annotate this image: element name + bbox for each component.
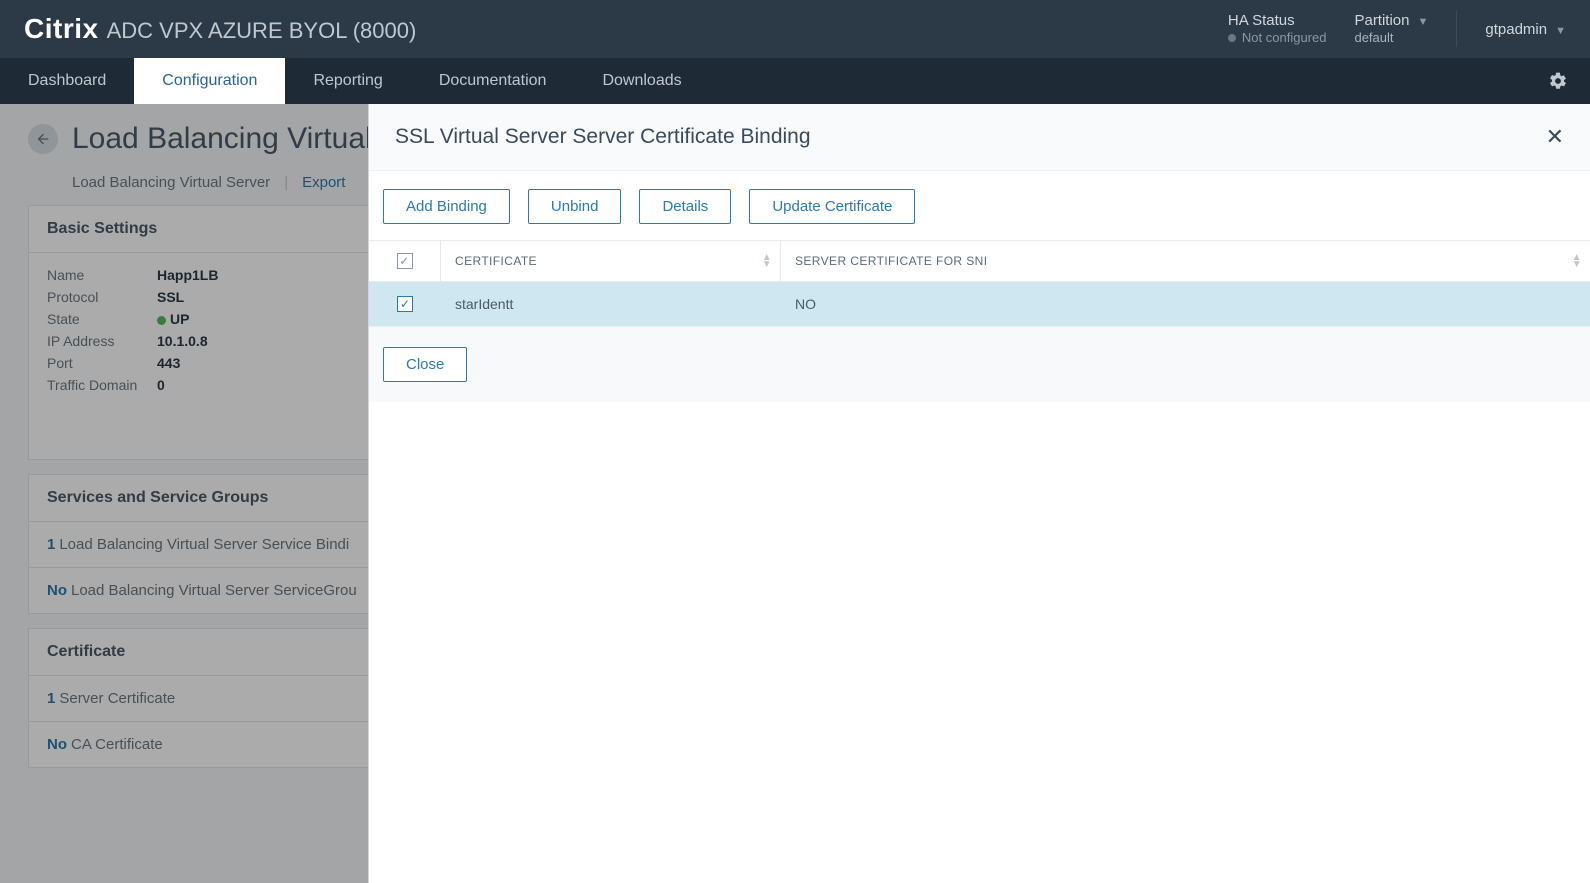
partition-selector[interactable]: Partition default ▼	[1354, 12, 1428, 46]
user-menu[interactable]: gtpadmin ▼	[1485, 21, 1566, 38]
column-label: SERVER CERTIFICATE FOR SNI	[795, 254, 987, 268]
field-label: Name	[47, 267, 157, 283]
status-dot-icon	[157, 316, 166, 325]
table-header: ✓ CERTIFICATE ▲▼ SERVER CERTIFICATE FOR …	[369, 240, 1590, 282]
field-value: Happ1LB	[157, 267, 218, 283]
count: 1	[47, 690, 55, 707]
ha-status: HA Status Not configured	[1228, 12, 1327, 46]
sort-icon: ▲▼	[1572, 254, 1582, 268]
slideover-header: SSL Virtual Server Server Certificate Bi…	[369, 104, 1590, 171]
brand-suffix: ADC VPX AZURE BYOL (8000)	[107, 18, 417, 44]
select-all-checkbox[interactable]: ✓	[397, 253, 413, 269]
partition-value: default	[1354, 30, 1409, 46]
top-header: Citrix ADC VPX AZURE BYOL (8000) HA Stat…	[0, 0, 1590, 58]
field-label: State	[47, 311, 157, 327]
slideover-footer: Close	[369, 326, 1590, 402]
separator: |	[284, 174, 288, 191]
header-right: HA Status Not configured Partition defau…	[1228, 11, 1566, 47]
chevron-down-icon: ▼	[1418, 16, 1429, 29]
link-text: CA Certificate	[71, 736, 163, 753]
user-name: gtpadmin	[1485, 21, 1547, 38]
slideover-title: SSL Virtual Server Server Certificate Bi…	[395, 125, 811, 149]
ha-status-value: Not configured	[1228, 30, 1327, 46]
field-value: 0	[157, 377, 165, 393]
field-label: Port	[47, 355, 157, 371]
close-button[interactable]: Close	[383, 347, 467, 382]
field-value: UP	[157, 311, 189, 327]
slideover-toolbar: Add Binding Unbind Details Update Certif…	[369, 171, 1590, 240]
partition-label: Partition	[1354, 12, 1409, 30]
link-text: Load Balancing Virtual Server Service Bi…	[59, 536, 349, 553]
column-label: CERTIFICATE	[455, 254, 537, 268]
certificate-table: ✓ CERTIFICATE ▲▼ SERVER CERTIFICATE FOR …	[369, 240, 1590, 326]
count: 1	[47, 536, 55, 553]
page-title: Load Balancing Virtual	[72, 122, 372, 156]
cert-binding-slideover: SSL Virtual Server Server Certificate Bi…	[368, 104, 1590, 883]
export-link[interactable]: Export	[302, 174, 345, 191]
select-all-header: ✓	[369, 241, 441, 281]
brand: Citrix ADC VPX AZURE BYOL (8000)	[24, 13, 416, 45]
brand-name: Citrix	[24, 13, 99, 45]
state-text: UP	[170, 311, 189, 327]
tab-dashboard[interactable]: Dashboard	[0, 58, 134, 104]
add-binding-button[interactable]: Add Binding	[383, 189, 510, 224]
details-button[interactable]: Details	[639, 189, 731, 224]
back-button[interactable]	[28, 124, 58, 154]
row-checkbox[interactable]: ✓	[397, 296, 413, 312]
update-certificate-button[interactable]: Update Certificate	[749, 189, 915, 224]
count: No	[47, 582, 67, 599]
count: No	[47, 736, 67, 753]
field-label: Traffic Domain	[47, 377, 157, 393]
tab-configuration[interactable]: Configuration	[134, 58, 285, 104]
ha-status-text: Not configured	[1242, 30, 1327, 46]
column-certificate[interactable]: CERTIFICATE ▲▼	[441, 241, 781, 281]
status-dot-icon	[1228, 34, 1236, 42]
field-label: IP Address	[47, 333, 157, 349]
nav-tabs: Dashboard Configuration Reporting Docume…	[0, 58, 1590, 104]
cell-certificate: starIdentt	[441, 282, 781, 326]
row-checkbox-cell: ✓	[369, 282, 441, 326]
sort-icon: ▲▼	[762, 254, 772, 268]
column-sni[interactable]: SERVER CERTIFICATE FOR SNI ▲▼	[781, 241, 1590, 281]
tab-documentation[interactable]: Documentation	[411, 58, 575, 104]
gear-icon[interactable]	[1526, 58, 1590, 104]
close-icon[interactable]: ✕	[1546, 124, 1564, 150]
link-text: Load Balancing Virtual Server ServiceGro…	[71, 582, 357, 599]
link-text: Server Certificate	[59, 690, 175, 707]
unbind-button[interactable]: Unbind	[528, 189, 622, 224]
tab-downloads[interactable]: Downloads	[574, 58, 709, 104]
divider	[1456, 11, 1457, 47]
cell-sni: NO	[781, 282, 1590, 326]
breadcrumb-item: Load Balancing Virtual Server	[72, 174, 270, 191]
chevron-down-icon: ▼	[1555, 25, 1566, 37]
field-value: 443	[157, 355, 180, 371]
field-label: Protocol	[47, 289, 157, 305]
ha-status-label: HA Status	[1228, 12, 1327, 30]
table-row[interactable]: ✓ starIdentt NO	[369, 282, 1590, 326]
field-value: SSL	[157, 289, 184, 305]
tab-reporting[interactable]: Reporting	[285, 58, 410, 104]
field-value: 10.1.0.8	[157, 333, 208, 349]
